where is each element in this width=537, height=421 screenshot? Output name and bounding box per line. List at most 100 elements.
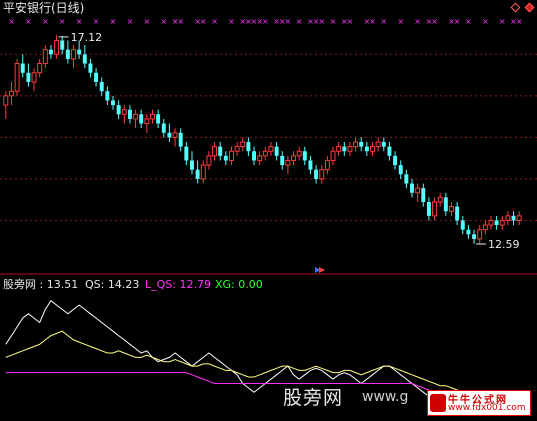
signal-marker: × <box>347 17 354 26</box>
signal-marker: × <box>110 17 117 26</box>
candle-body <box>364 146 369 152</box>
candle-body <box>228 150 234 161</box>
candle-body <box>71 49 76 60</box>
candle-body <box>268 146 274 152</box>
candle-body <box>195 169 200 179</box>
candle-body <box>330 150 336 161</box>
watermark-site-name: 股旁网 <box>283 387 344 409</box>
legend-entry: QS: 14.23 <box>85 278 140 291</box>
candle-body <box>477 229 483 240</box>
candle-body <box>105 91 110 101</box>
signal-marker: × <box>318 17 325 26</box>
candle-body <box>257 155 263 161</box>
candle-body <box>3 95 9 106</box>
candle-body <box>274 146 279 156</box>
candle-body <box>94 72 99 82</box>
candle-body <box>387 146 392 156</box>
candle-body <box>82 54 87 64</box>
candle-body <box>421 188 426 202</box>
candle-body <box>252 151 257 161</box>
candle-body <box>296 150 302 157</box>
candle-body <box>8 90 14 97</box>
candle-body <box>37 63 43 74</box>
signal-marker: × <box>59 17 66 26</box>
candle-body <box>511 215 516 221</box>
candle-body <box>212 146 218 157</box>
candle-body <box>472 234 477 239</box>
candle-body <box>314 169 319 179</box>
candle-body <box>190 160 194 170</box>
candle-body <box>48 49 53 55</box>
candle-body <box>240 141 246 148</box>
candle-body <box>353 141 359 148</box>
chart-window: 平安银行(日线) × × × × × × × × × × × × × × × × × × × × × × × × × × × × × × ×… <box>0 0 537 421</box>
candle-body <box>161 123 166 133</box>
candle-body <box>319 169 325 180</box>
candle-body <box>505 215 511 221</box>
signal-marker: × <box>200 17 207 26</box>
legend-entry: L_QS: 12.79 <box>145 278 211 291</box>
signal-marker: × <box>228 17 235 26</box>
candle-body <box>246 142 251 152</box>
candle-body <box>410 183 414 193</box>
candle-body <box>381 142 386 147</box>
candle-body <box>262 150 268 157</box>
signal-marker: × <box>76 17 83 26</box>
candle-body <box>14 63 20 92</box>
candle-body <box>393 155 398 166</box>
candle-body <box>26 72 31 82</box>
candle-body <box>415 187 421 194</box>
signal-marker: × <box>380 17 387 26</box>
candle-body <box>234 146 240 152</box>
candle-body <box>206 155 212 166</box>
signal-marker: × <box>93 17 100 26</box>
candle-body <box>150 113 155 120</box>
signal-marker: × <box>397 17 404 26</box>
candle-body <box>31 72 37 83</box>
candle-body <box>77 49 82 55</box>
legend-entry: XG: 0.00 <box>215 278 263 291</box>
signal-marker: × <box>144 17 151 26</box>
candle-body <box>437 196 443 203</box>
candle-body <box>156 114 161 124</box>
signal-marker: × <box>369 17 376 26</box>
candle-body <box>291 155 297 161</box>
signal-marker: × <box>160 17 167 26</box>
signal-marker: × <box>296 17 303 26</box>
candle-body <box>499 219 505 226</box>
candle-body <box>460 220 465 230</box>
candle-body <box>494 220 499 226</box>
signal-marker: × <box>8 17 15 26</box>
signal-marker: × <box>262 17 269 26</box>
candle-body <box>99 82 104 92</box>
signal-marker: × <box>414 17 421 26</box>
watermark-url: www.g <box>362 389 409 405</box>
candle-body <box>398 165 403 175</box>
candle-body <box>60 40 65 50</box>
legend-entry: 股旁网 : 13.51 <box>3 278 79 291</box>
candle-body <box>449 206 454 212</box>
candle-body <box>342 146 347 152</box>
candle-body <box>127 109 132 119</box>
candle-body <box>432 201 438 217</box>
candle-body <box>116 105 121 115</box>
candle-body <box>20 63 25 73</box>
signal-marker: × <box>516 17 523 26</box>
signal-marker: × <box>285 17 292 26</box>
candle-body <box>426 202 431 216</box>
signal-marker: × <box>499 17 506 26</box>
candle-body <box>516 215 522 221</box>
candle-body <box>359 142 364 147</box>
candle-body <box>200 164 206 180</box>
signal-marker: × <box>42 17 49 26</box>
candle-body <box>404 174 409 184</box>
candle-body <box>178 132 183 147</box>
candle-body <box>375 141 381 148</box>
candle-body <box>336 146 342 152</box>
candle-body <box>324 159 330 171</box>
signal-marker: × <box>465 17 472 26</box>
candle-body <box>218 146 223 156</box>
candle-body <box>184 146 189 161</box>
candle-body <box>144 118 150 125</box>
candle-body <box>139 114 144 124</box>
